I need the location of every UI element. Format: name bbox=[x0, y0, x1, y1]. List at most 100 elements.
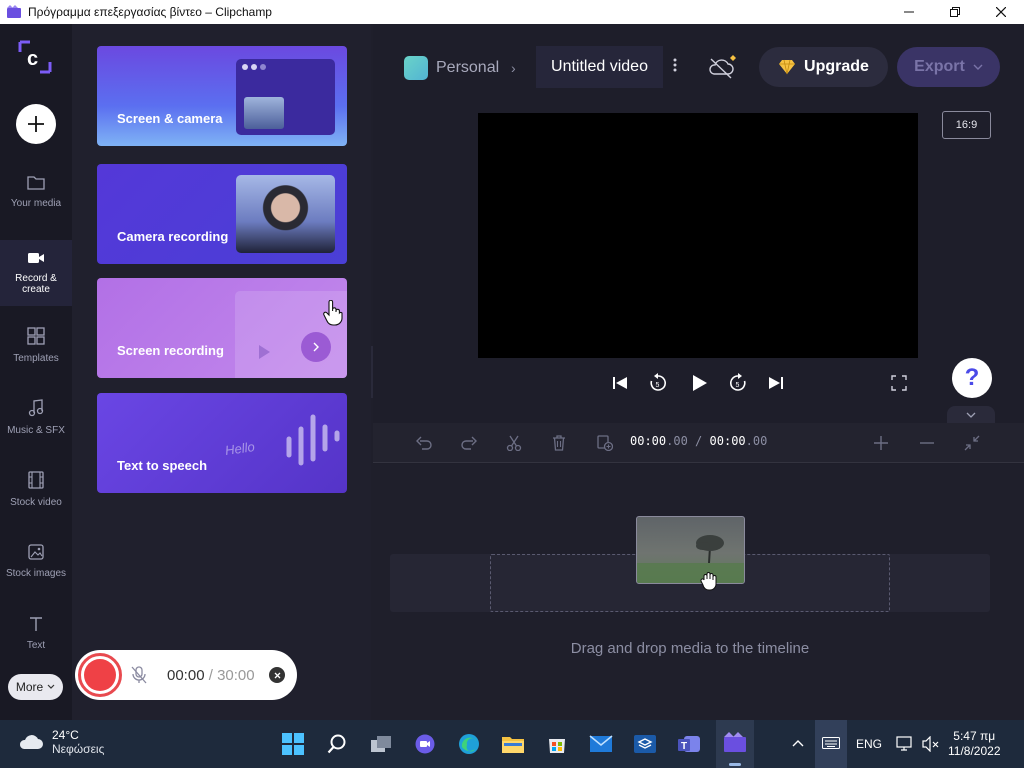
help-button[interactable]: ? bbox=[952, 358, 992, 398]
network-icon[interactable] bbox=[896, 736, 914, 752]
window-title: Πρόγραμμα επεξεργασίας βίντεο – Clipcham… bbox=[28, 5, 272, 19]
minimize-icon bbox=[904, 11, 914, 13]
skip-back-icon bbox=[613, 377, 627, 389]
more-vertical-icon bbox=[673, 58, 677, 72]
store-button[interactable] bbox=[542, 729, 572, 759]
rewind-5-icon: 5 bbox=[650, 373, 666, 391]
timeline-toolbar: 00:00.00 / 00:00.00 bbox=[373, 423, 1024, 463]
cloud-icon bbox=[19, 735, 43, 749]
video-preview[interactable] bbox=[478, 113, 918, 358]
clipchamp-app-icon bbox=[724, 732, 746, 752]
upgrade-label: Upgrade bbox=[804, 58, 869, 75]
minimize-button[interactable] bbox=[886, 0, 932, 24]
timeline-area[interactable]: Drag and drop media to the timeline bbox=[373, 464, 1024, 720]
task-view-icon bbox=[371, 736, 391, 752]
skip-to-start-button[interactable] bbox=[608, 371, 632, 395]
upgrade-button[interactable]: Upgrade bbox=[759, 47, 888, 87]
mail-button[interactable] bbox=[586, 729, 616, 759]
close-icon bbox=[996, 7, 1006, 17]
nav-music-sfx[interactable]: Music & SFX bbox=[0, 384, 72, 450]
more-button[interactable]: More bbox=[8, 674, 63, 700]
nav-stock-video[interactable]: Stock video bbox=[0, 456, 72, 522]
redo-button[interactable] bbox=[459, 433, 479, 453]
screen-and-camera-card[interactable]: Screen & camera bbox=[97, 46, 347, 146]
grab-cursor-icon bbox=[700, 572, 717, 591]
recorder-bar: 00:00 / 30:00 bbox=[75, 650, 297, 700]
nav-label: Record & bbox=[15, 273, 57, 284]
cloud-off-icon bbox=[709, 55, 736, 79]
play-icon bbox=[259, 345, 270, 359]
text-to-speech-card[interactable]: Hello Text to speech bbox=[97, 393, 347, 493]
aspect-ratio-button[interactable]: 16:9 bbox=[942, 111, 991, 139]
delete-button[interactable] bbox=[549, 433, 569, 453]
undo-button[interactable] bbox=[414, 433, 434, 453]
input-language[interactable]: ENG bbox=[856, 737, 882, 751]
collapse-preview-button[interactable] bbox=[947, 406, 995, 423]
todo-app-button[interactable] bbox=[630, 729, 660, 759]
export-button[interactable]: Export bbox=[897, 47, 1000, 87]
split-button[interactable] bbox=[504, 433, 524, 453]
skip-to-end-button[interactable] bbox=[764, 371, 788, 395]
dot bbox=[251, 64, 257, 70]
workspace-switcher[interactable]: Personal bbox=[404, 55, 499, 81]
weather-widget[interactable]: 24°C Νεφώσεις bbox=[18, 728, 104, 756]
project-title-field[interactable]: Untitled video bbox=[536, 46, 663, 88]
clipchamp-taskbar-button[interactable] bbox=[716, 720, 754, 768]
nav-templates[interactable]: Templates bbox=[0, 312, 72, 378]
card-next-button[interactable] bbox=[301, 332, 331, 362]
fit-timeline-button[interactable] bbox=[962, 433, 982, 453]
recording-elapsed: 00:00 bbox=[167, 667, 205, 684]
cloud-backup-button[interactable] bbox=[707, 54, 737, 85]
mic-muted-icon[interactable] bbox=[131, 666, 147, 684]
current-time: 00:00 bbox=[630, 434, 667, 448]
forward-5s-button[interactable]: 5 bbox=[726, 371, 750, 395]
nav-text[interactable]: Text bbox=[0, 600, 72, 666]
record-dot bbox=[84, 659, 116, 691]
close-window-button[interactable] bbox=[978, 0, 1024, 24]
record-button[interactable] bbox=[78, 653, 122, 697]
system-clock[interactable]: 5:47 πμ 11/8/2022 bbox=[948, 729, 1001, 759]
nav-stock-images[interactable]: Stock images bbox=[0, 528, 72, 594]
close-recorder-button[interactable] bbox=[269, 667, 285, 683]
title-bar: Πρόγραμμα επεξεργασίας βίντεο – Clipcham… bbox=[0, 0, 1024, 24]
nav-your-media[interactable]: Your media bbox=[0, 158, 72, 224]
maximize-button[interactable] bbox=[932, 0, 978, 24]
file-explorer-button[interactable] bbox=[498, 729, 528, 759]
card-preview-window bbox=[236, 59, 335, 135]
undo-icon bbox=[416, 436, 432, 450]
start-button[interactable] bbox=[278, 729, 308, 759]
webcam-thumbnail bbox=[244, 97, 284, 129]
camera-recording-card[interactable]: Camera recording bbox=[97, 164, 347, 264]
play-button[interactable] bbox=[687, 371, 711, 395]
task-view-button[interactable] bbox=[366, 729, 396, 759]
clock-time: 5:47 πμ bbox=[953, 729, 996, 743]
breadcrumb-separator: › bbox=[511, 60, 516, 76]
trash-icon bbox=[553, 435, 565, 451]
dot bbox=[242, 64, 248, 70]
add-to-timeline-button[interactable] bbox=[595, 433, 615, 453]
weather-text: 24°C Νεφώσεις bbox=[52, 728, 104, 756]
zoom-in-button[interactable] bbox=[871, 433, 891, 453]
workspace-name: Personal bbox=[436, 59, 500, 76]
music-note-icon bbox=[28, 398, 44, 416]
teams-chat-button[interactable] bbox=[410, 729, 440, 759]
dragged-media-thumbnail[interactable] bbox=[636, 516, 745, 584]
edge-browser-button[interactable] bbox=[454, 729, 484, 759]
film-icon bbox=[28, 470, 44, 489]
clipchamp-logo[interactable]: c bbox=[16, 38, 54, 76]
screen-recording-card[interactable]: Screen recording bbox=[97, 278, 347, 378]
svg-text:5: 5 bbox=[656, 382, 660, 389]
rewind-5s-button[interactable]: 5 bbox=[646, 371, 670, 395]
fullscreen-button[interactable] bbox=[887, 371, 911, 395]
zoom-out-button[interactable] bbox=[917, 433, 937, 453]
touch-keyboard-button[interactable] bbox=[815, 720, 847, 768]
project-options-button[interactable] bbox=[673, 56, 677, 77]
templates-icon bbox=[27, 326, 45, 345]
create-new-button[interactable] bbox=[16, 104, 56, 144]
nav-record-create[interactable]: Record & create bbox=[0, 240, 72, 306]
volume-muted-icon[interactable] bbox=[922, 736, 940, 752]
teams-button[interactable]: T bbox=[674, 729, 704, 759]
search-taskbar-button[interactable] bbox=[322, 729, 352, 759]
card-label: Screen recording bbox=[117, 343, 224, 358]
show-hidden-icons-button[interactable] bbox=[792, 736, 804, 750]
